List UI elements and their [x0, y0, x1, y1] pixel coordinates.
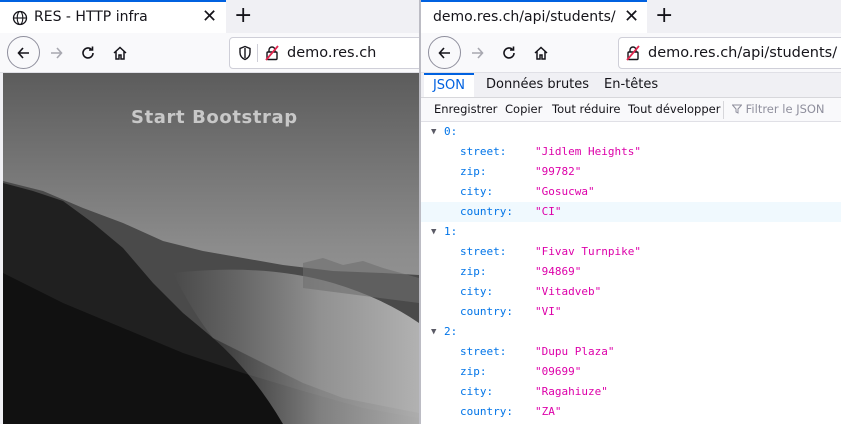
brand-title[interactable]: Start Bootstrap: [131, 107, 298, 128]
filter-json-input[interactable]: Filtrer le JSON: [731, 102, 825, 116]
collapse-all-button[interactable]: Tout réduire: [552, 102, 620, 116]
json-toolbar: Enregistrer Copier Tout réduire Tout dév…: [421, 98, 841, 122]
plus-icon[interactable]: +: [655, 5, 673, 27]
insecure-lock-icon[interactable]: [265, 45, 279, 65]
forward-arrow-icon[interactable]: [40, 37, 72, 69]
nav-bar: demo.res.ch: [0, 33, 419, 73]
forward-arrow-icon[interactable]: [461, 37, 493, 69]
browser-window-left: RES - HTTP infra ✕ + demo.res.ch Start B…: [0, 0, 419, 424]
close-icon[interactable]: ✕: [624, 8, 639, 26]
save-button[interactable]: Enregistrer: [434, 102, 497, 116]
json-row[interactable]: country: "VI": [421, 302, 841, 322]
tab-headers[interactable]: En-têtes: [604, 73, 658, 97]
toolbar-divider: [723, 101, 724, 119]
json-row[interactable]: zip: "94869": [421, 262, 841, 282]
viewer-tabs: JSON Données brutes En-têtes: [421, 73, 841, 98]
json-row[interactable]: street: "Jidlem Heights": [421, 142, 841, 162]
tab-raw-data[interactable]: Données brutes: [486, 73, 589, 97]
insecure-lock-icon[interactable]: [626, 45, 640, 65]
url-bar[interactable]: demo.res.ch: [229, 37, 419, 69]
json-row[interactable]: zip: "99782": [421, 162, 841, 182]
json-row[interactable]: zip: "09699": [421, 362, 841, 382]
home-icon[interactable]: [525, 37, 557, 69]
json-row[interactable]: country: "CI": [421, 202, 841, 222]
tab-title: RES - HTTP infra: [34, 9, 148, 25]
tab-bar: RES - HTTP infra ✕ +: [0, 0, 419, 33]
back-arrow-icon[interactable]: [7, 36, 40, 69]
tab-title: demo.res.ch/api/students/: [433, 9, 616, 25]
tab-json[interactable]: JSON: [424, 73, 474, 97]
url-text: demo.res.ch/api/students/: [648, 45, 838, 61]
reload-icon[interactable]: [72, 37, 104, 69]
twisty-icon[interactable]: ▼: [431, 122, 436, 142]
url-bar[interactable]: demo.res.ch/api/students/: [618, 37, 841, 69]
json-row[interactable]: street: "Fivav Turnpike": [421, 242, 841, 262]
browser-window-right: demo.res.ch/api/students/ ✕ + demo.res.c…: [421, 0, 841, 424]
twisty-icon[interactable]: ▼: [431, 322, 436, 342]
json-entry-1[interactable]: ▼ 1:: [421, 222, 841, 242]
globe-icon: [12, 10, 28, 30]
copy-button[interactable]: Copier: [505, 102, 542, 116]
json-viewer: JSON Données brutes En-têtes Enregistrer…: [421, 73, 841, 424]
back-arrow-icon[interactable]: [428, 36, 461, 69]
reload-icon[interactable]: [493, 37, 525, 69]
json-entry-2[interactable]: ▼ 2:: [421, 322, 841, 342]
tab-bar: demo.res.ch/api/students/ ✕ +: [421, 0, 841, 33]
page-hero: Start Bootstrap: [3, 73, 419, 424]
tab-res-http-infra[interactable]: RES - HTTP infra ✕: [0, 0, 226, 33]
close-icon[interactable]: ✕: [202, 8, 217, 26]
json-row[interactable]: city: "Vitadveb": [421, 282, 841, 302]
json-row[interactable]: city: "Ragahiuze": [421, 382, 841, 402]
filter-icon: [731, 104, 743, 114]
shield-icon[interactable]: [238, 45, 252, 65]
json-row[interactable]: city: "Gosucwa": [421, 182, 841, 202]
json-row[interactable]: country: "ZA": [421, 402, 841, 422]
twisty-icon[interactable]: ▼: [431, 222, 436, 242]
plus-icon[interactable]: +: [234, 5, 252, 27]
json-entry-0[interactable]: ▼ 0:: [421, 122, 841, 142]
tab-api-students[interactable]: demo.res.ch/api/students/ ✕: [421, 0, 647, 33]
home-icon[interactable]: [104, 37, 136, 69]
nav-bar: demo.res.ch/api/students/: [421, 33, 841, 73]
json-row[interactable]: street: "Dupu Plaza": [421, 342, 841, 362]
expand-all-button[interactable]: Tout développer: [628, 102, 720, 116]
url-text: demo.res.ch: [287, 45, 377, 61]
